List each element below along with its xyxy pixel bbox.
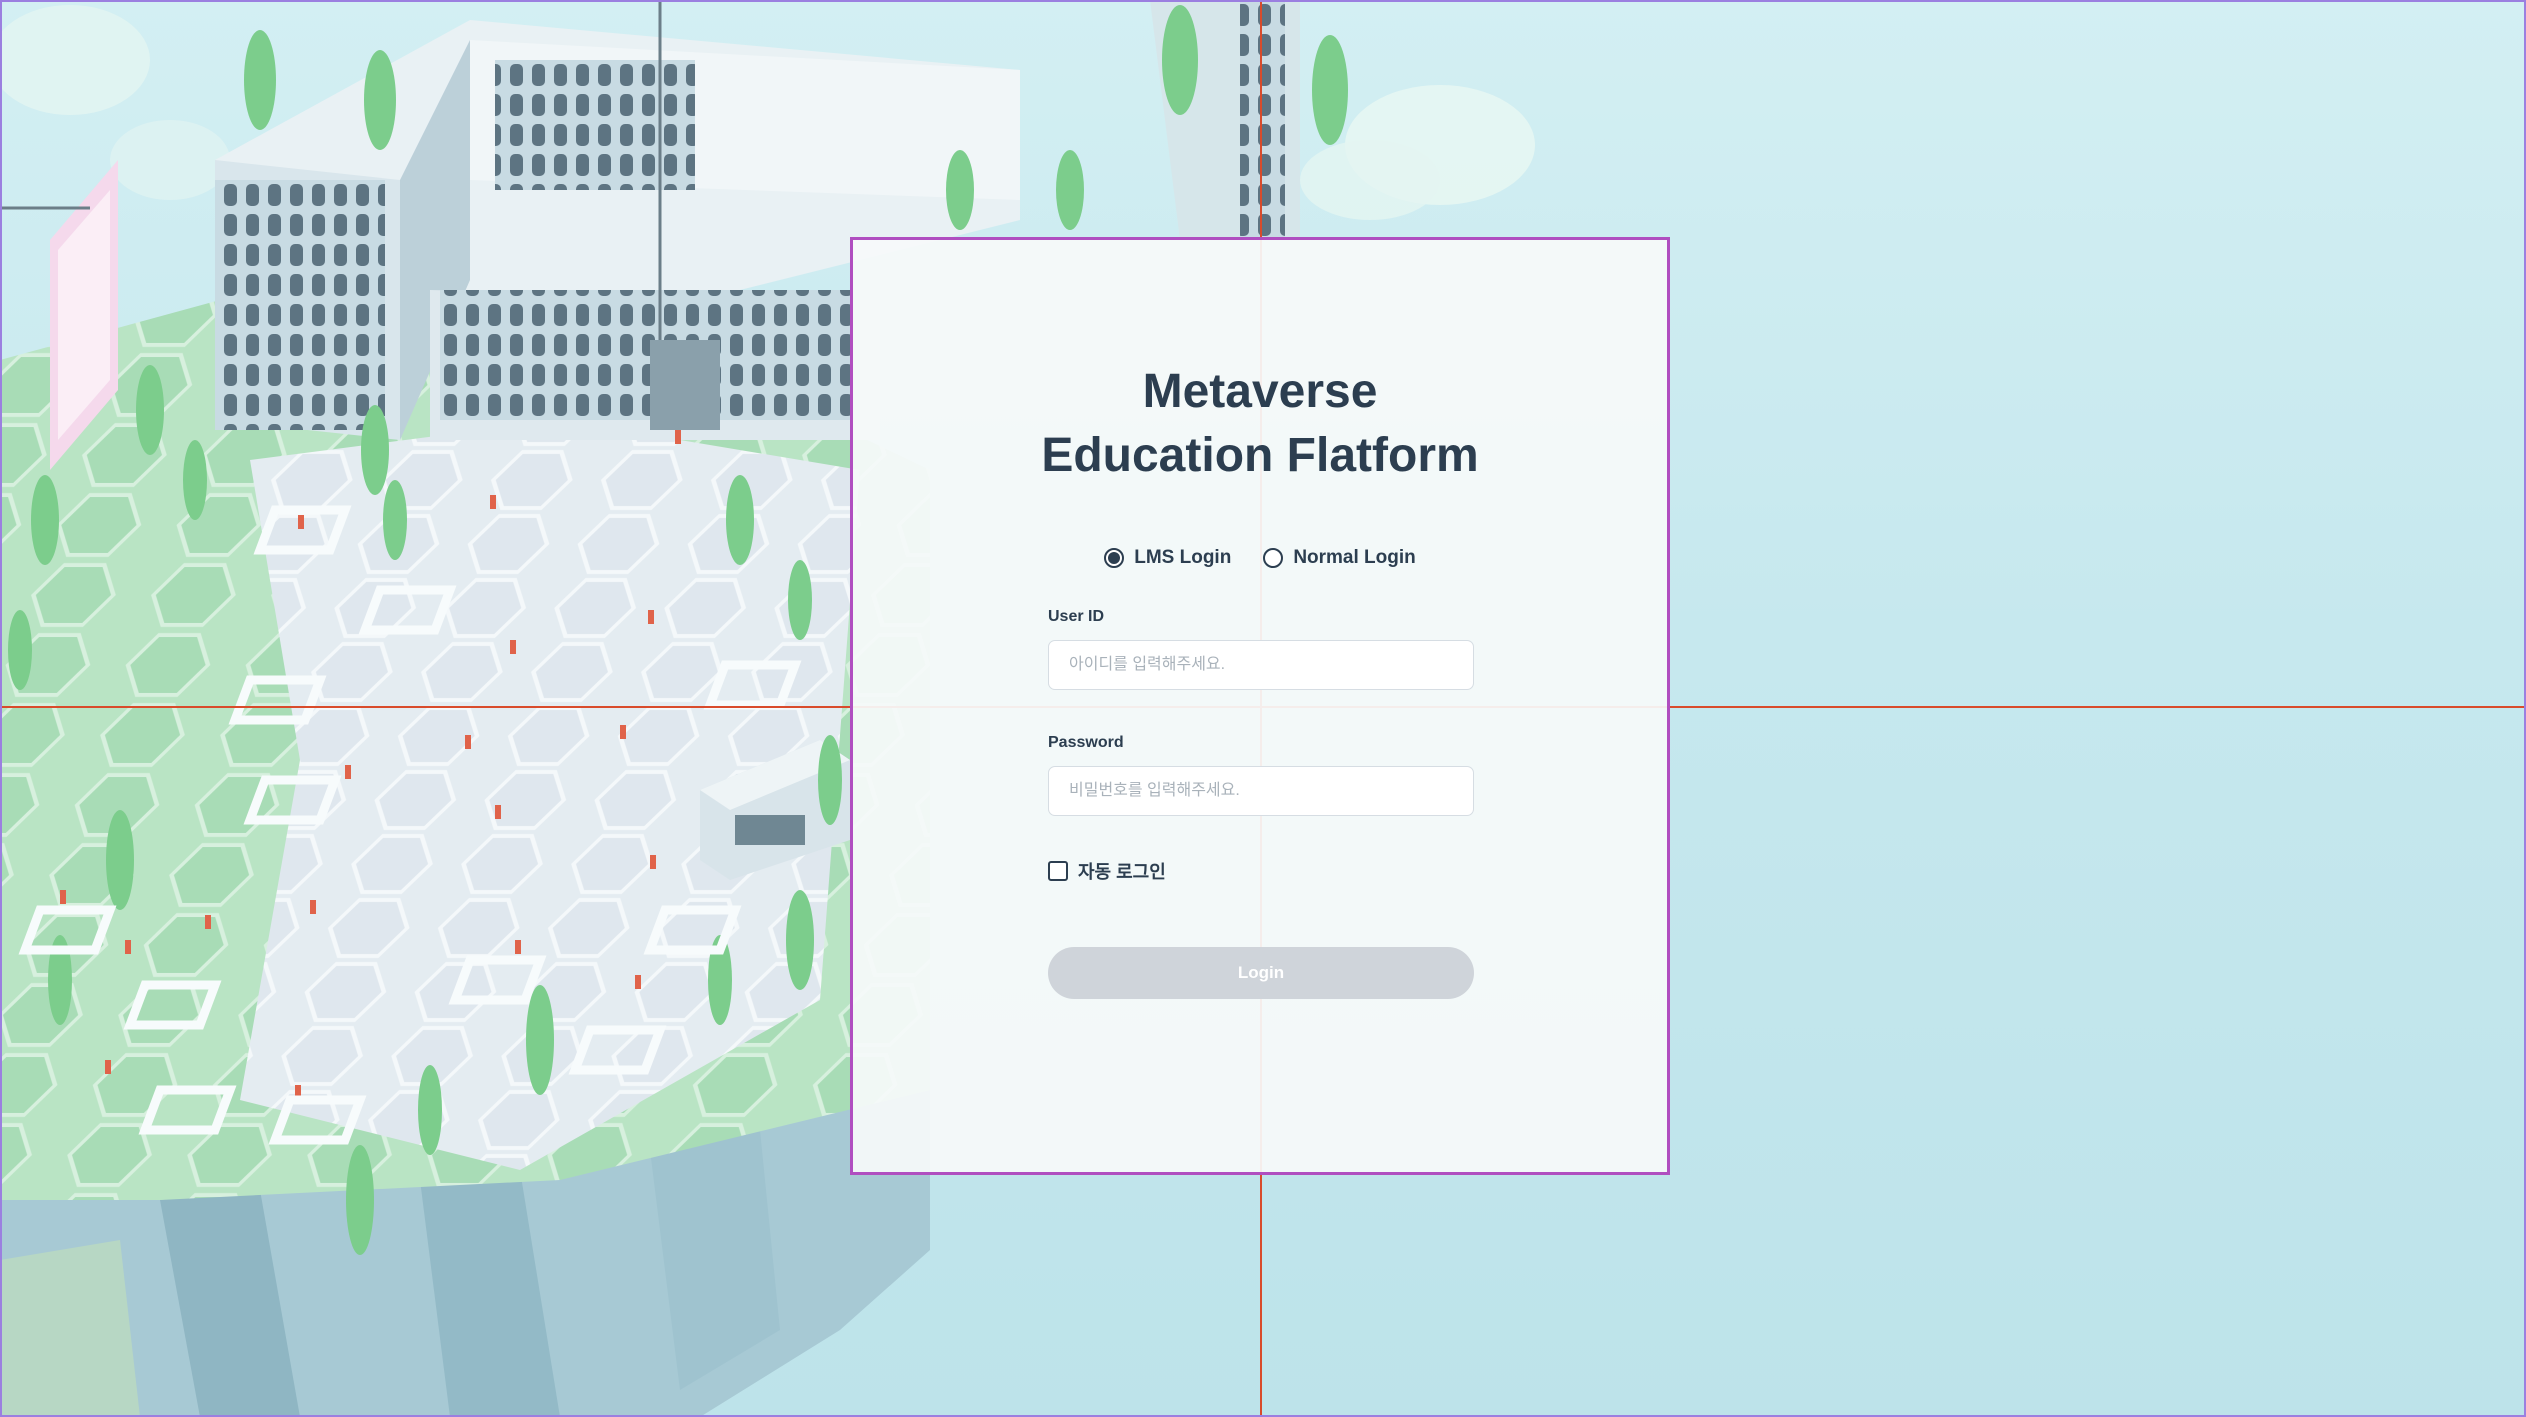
login-screen: Metaverse Education Flatform LMS Login N… bbox=[0, 0, 2526, 1417]
user-id-input[interactable] bbox=[1048, 640, 1474, 690]
auto-login-checkbox[interactable] bbox=[1048, 861, 1068, 881]
page-title: Metaverse Education Flatform bbox=[853, 360, 1667, 488]
password-label: Password bbox=[1048, 734, 1124, 751]
normal-login-radio[interactable]: Normal Login bbox=[1263, 547, 1416, 569]
auto-login-option[interactable]: 자동 로그인 bbox=[1048, 858, 1166, 884]
login-button[interactable]: Login bbox=[1048, 947, 1474, 999]
title-line-2: Education Flatform bbox=[1041, 429, 1479, 482]
radio-unselected-icon[interactable] bbox=[1263, 548, 1284, 568]
auto-login-label: 자동 로그인 bbox=[1078, 862, 1166, 882]
password-input[interactable] bbox=[1048, 766, 1474, 816]
radio-selected-icon[interactable] bbox=[1104, 548, 1125, 568]
normal-login-label: Normal Login bbox=[1293, 547, 1416, 568]
title-line-1: Metaverse bbox=[1142, 365, 1378, 418]
lms-login-radio[interactable]: LMS Login bbox=[1104, 547, 1231, 569]
login-card: Metaverse Education Flatform LMS Login N… bbox=[850, 237, 1670, 1175]
login-type-radio-group: LMS Login Normal Login bbox=[853, 547, 1667, 569]
user-id-label: User ID bbox=[1048, 608, 1105, 625]
lms-login-label: LMS Login bbox=[1134, 547, 1232, 568]
